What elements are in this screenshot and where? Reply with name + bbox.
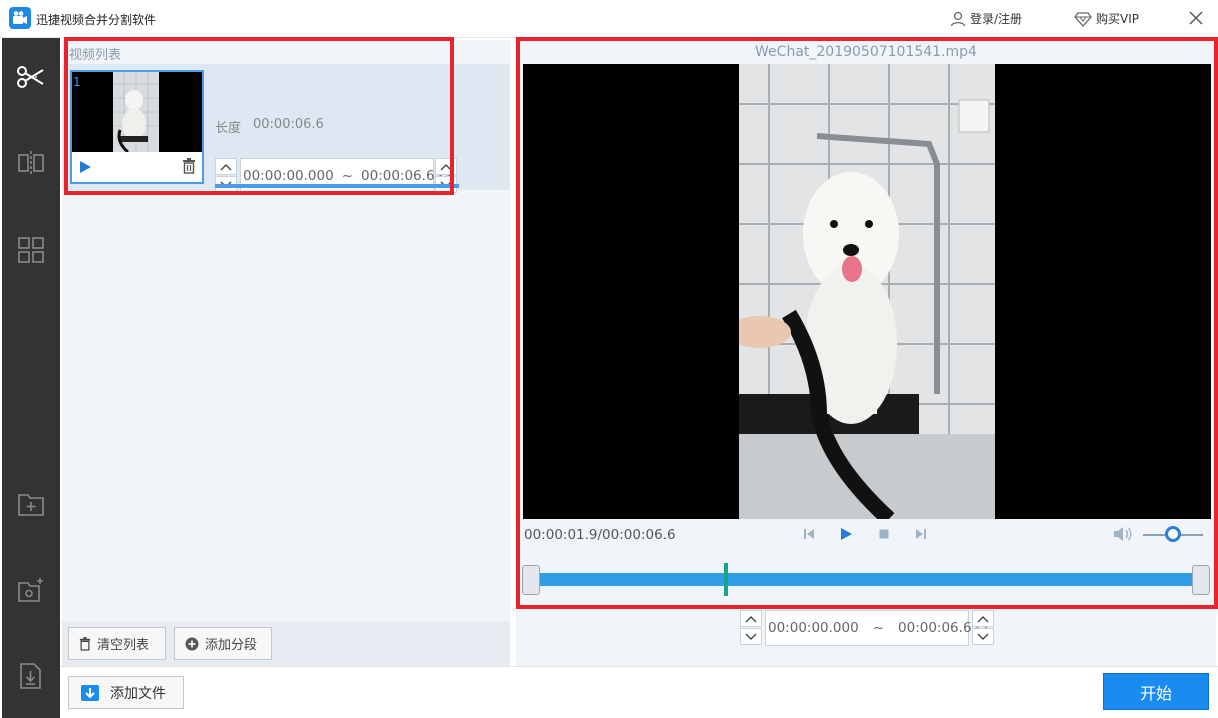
- step-back-icon: [804, 529, 814, 539]
- timeline-start-handle[interactable]: [522, 565, 540, 595]
- preview-end-down-button[interactable]: [972, 628, 994, 645]
- add-file-icon: [81, 684, 99, 701]
- sidebar-item-folder-settings[interactable]: [2, 564, 60, 616]
- preview-end-up-button[interactable]: [972, 610, 994, 627]
- add-segment-button[interactable]: 添加分段: [174, 627, 272, 660]
- trash-icon: [79, 636, 91, 651]
- split-icon: [18, 151, 44, 175]
- start-button[interactable]: 开始: [1103, 673, 1209, 710]
- sidebar: [2, 38, 60, 718]
- timeline-track[interactable]: [534, 573, 1200, 586]
- timeline-playhead[interactable]: [723, 563, 728, 596]
- segment-progress-bar: [215, 184, 459, 188]
- chevron-down-icon: [745, 633, 757, 640]
- trash-icon: [183, 158, 195, 174]
- cut-icon: [17, 66, 44, 88]
- add-segment-label: 添加分段: [205, 638, 258, 653]
- end-time-up-button[interactable]: [435, 158, 457, 175]
- preview-panel: WeChat_20190507101541.mp4 00:00:01.9/00:…: [516, 40, 1216, 666]
- video-list-title: 视频列表: [69, 48, 122, 63]
- volume-icon: [1114, 527, 1132, 541]
- item-index: 1: [73, 75, 81, 89]
- user-icon: [950, 11, 966, 26]
- close-icon: [1189, 11, 1203, 25]
- thumbnail-play-button[interactable]: [78, 160, 92, 178]
- stop-button[interactable]: [877, 527, 891, 545]
- clear-list-label: 清空列表: [97, 638, 150, 653]
- title-bar: 迅捷视频合并分割软件 登录/注册 购买VIP: [0, 0, 1218, 38]
- segment-time-range[interactable]: 00:00:00.000 ~ 00:00:06.633: [240, 158, 452, 194]
- prev-frame-button[interactable]: [802, 527, 816, 545]
- add-file-button[interactable]: 添加文件: [68, 676, 184, 709]
- timeline-end-handle[interactable]: [1192, 565, 1210, 595]
- preview-start-time[interactable]: 00:00:00.000: [768, 620, 859, 636]
- login-label: 登录/注册: [970, 12, 1023, 26]
- playback-time: 00:00:01.9/00:00:06.6: [524, 527, 676, 543]
- vip-label: 购买VIP: [1096, 12, 1139, 26]
- next-frame-button[interactable]: [914, 527, 928, 545]
- volume-knob[interactable]: [1165, 526, 1181, 542]
- app-logo-icon: [9, 7, 31, 29]
- chevron-up-icon: [977, 615, 989, 622]
- preview-start-down-button[interactable]: [740, 628, 762, 645]
- segment-range-separator: ~: [341, 168, 354, 184]
- start-time-up-button[interactable]: [215, 158, 237, 175]
- chevron-up-icon: [220, 163, 232, 170]
- duration-value: 00:00:06.6: [253, 117, 324, 132]
- list-footer: 清空列表 添加分段: [62, 621, 510, 666]
- clear-list-button[interactable]: 清空列表: [68, 627, 166, 660]
- sidebar-item-add-folder[interactable]: [2, 478, 60, 530]
- stop-icon: [879, 529, 889, 539]
- close-button[interactable]: [1186, 8, 1206, 28]
- folder-settings-icon: [18, 578, 43, 602]
- sidebar-item-export[interactable]: [2, 650, 60, 702]
- video-player[interactable]: [523, 64, 1211, 519]
- grid-icon: [18, 237, 44, 263]
- video-list-item[interactable]: 1 长度 00:00:06.6 00:00:00.000 ~ 00:00:06.…: [62, 64, 510, 194]
- app-title: 迅捷视频合并分割软件: [36, 13, 157, 27]
- buy-vip-button[interactable]: 购买VIP: [1074, 10, 1139, 27]
- segment-start-time[interactable]: 00:00:00.000: [243, 168, 334, 184]
- sidebar-item-cut[interactable]: [2, 51, 60, 103]
- video-thumbnail[interactable]: 1: [70, 70, 204, 184]
- sidebar-item-split[interactable]: [2, 137, 60, 189]
- preview-range-separator: ~: [872, 620, 885, 636]
- chevron-up-icon: [440, 163, 452, 170]
- video-file-name: WeChat_20190507101541.mp4: [755, 44, 977, 60]
- chevron-up-icon: [745, 615, 757, 622]
- plus-circle-icon: [185, 637, 199, 650]
- bottom-bar: 添加文件 开始: [60, 666, 1218, 718]
- play-icon: [841, 528, 852, 540]
- step-forward-icon: [916, 529, 926, 539]
- play-button[interactable]: [839, 527, 853, 545]
- login-button[interactable]: 登录/注册: [950, 10, 1022, 27]
- duration-label: 长度: [215, 121, 242, 136]
- video-list-panel: 视频列表 1 长度 00:00:06.6 00:00:00.000 ~ 00:0…: [62, 40, 510, 666]
- add-folder-icon: [18, 494, 44, 516]
- add-file-label: 添加文件: [110, 685, 166, 702]
- thumbnail-image: [72, 72, 202, 152]
- chevron-down-icon: [977, 633, 989, 640]
- sidebar-item-grid[interactable]: [2, 224, 60, 276]
- video-frame: [739, 64, 995, 519]
- preview-time-range[interactable]: 00:00:00.000 ~ 00:00:06.633: [765, 610, 989, 646]
- diamond-icon: [1074, 11, 1092, 27]
- thumbnail-delete-button[interactable]: [182, 158, 196, 178]
- play-icon: [80, 161, 91, 173]
- export-icon: [20, 663, 41, 689]
- preview-start-up-button[interactable]: [740, 610, 762, 627]
- volume-button[interactable]: [1113, 526, 1133, 546]
